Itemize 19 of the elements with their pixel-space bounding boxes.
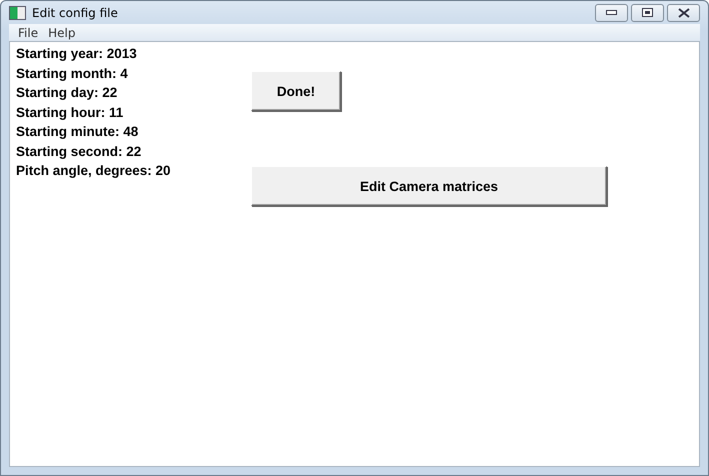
close-button[interactable] — [667, 4, 700, 22]
minimize-icon — [606, 10, 617, 16]
field-label: Starting day: 22 — [16, 84, 118, 102]
edit-camera-button[interactable]: Edit Camera matrices — [251, 166, 607, 206]
field-label: Starting second: 22 — [16, 142, 142, 161]
window-title: Edit config file — [32, 6, 118, 20]
menu-item[interactable]: File — [13, 26, 44, 40]
field-label: Starting year: 2013 — [16, 45, 138, 63]
field-label: Starting hour: 11 — [16, 104, 124, 122]
done-button[interactable]: Done! — [251, 71, 341, 111]
field-label: Pitch angle, degrees: 20 — [16, 162, 172, 180]
close-icon — [678, 8, 690, 18]
minimize-button[interactable] — [595, 4, 628, 22]
maximize-icon — [642, 8, 653, 18]
menu-item[interactable]: Help — [43, 26, 80, 40]
app-icon — [9, 6, 26, 20]
maximize-button[interactable] — [631, 4, 664, 22]
field-label: Starting minute: 48 — [16, 123, 140, 141]
field-label: Starting month: 4 — [16, 64, 129, 83]
